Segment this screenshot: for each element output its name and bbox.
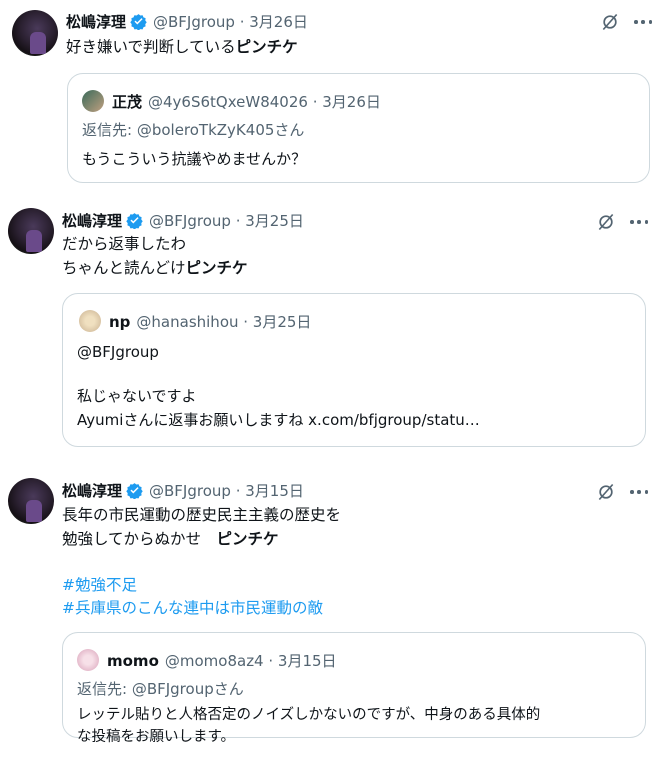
quoted-header: 正茂 @4y6S6tQxeW84026 · 3月26日 [112, 91, 381, 112]
tweet-text-bold: ピンチケ [185, 259, 248, 277]
tweet-text-line: 好き嫌いで判断している [66, 38, 236, 56]
tweet-text-line-1: だから返事したわ [62, 235, 187, 253]
verified-badge-icon [126, 213, 143, 229]
quoted-author-name: momo [107, 651, 159, 670]
tweet-1[interactable]: 松嶋淳理 @BFJgroup · 3月26日 好き嫌いで判断しているピンチケ 正… [0, 0, 655, 190]
quoted-author-avatar [77, 649, 99, 671]
quoted-header: np @hanashihou · 3月25日 [109, 311, 311, 332]
tweet-text-segment: 勉強してからぬかせ [62, 530, 217, 548]
quoted-text-line: な投稿をお願いします。 [77, 729, 236, 745]
tweet-meta[interactable]: @BFJgroup · 3月25日 [149, 210, 304, 231]
author-name[interactable]: 松嶋淳理 [62, 210, 122, 231]
more-icon[interactable] [630, 220, 648, 224]
quoted-tweet[interactable]: 正茂 @4y6S6tQxeW84026 · 3月26日 返信先: @bolero… [67, 73, 650, 183]
author-avatar[interactable] [8, 208, 54, 254]
tweet-2[interactable]: 松嶋淳理 @BFJgroup · 3月25日 だから返事したわ ちゃんと読んどけ… [0, 200, 655, 460]
hashtag-link[interactable]: #勉強不足 [62, 573, 137, 597]
quoted-meta: @hanashihou · 3月25日 [136, 313, 312, 331]
author-name[interactable]: 松嶋淳理 [66, 11, 126, 32]
verified-badge-icon [126, 483, 143, 499]
quoted-text-line: 私じゃないですよ [77, 387, 197, 405]
quoted-tweet[interactable]: momo @momo8az4 · 3月15日 返信先: @BFJgroupさん … [62, 632, 646, 745]
author-name[interactable]: 松嶋淳理 [62, 480, 122, 501]
more-icon[interactable] [634, 20, 652, 24]
quoted-header: momo @momo8az4 · 3月15日 [107, 650, 337, 671]
more-icon[interactable] [630, 490, 648, 494]
verified-badge-icon [130, 14, 147, 30]
quoted-text-line: @BFJgroup [77, 343, 159, 361]
tweet-text-line-1: 長年の市民運動の歴史民主主義の歴史を [62, 506, 342, 524]
quoted-author-name: np [109, 312, 131, 331]
tweet-actions [600, 12, 652, 32]
author-avatar[interactable] [12, 10, 58, 56]
tweet-actions [596, 212, 648, 232]
tweet-text: 好き嫌いで判断しているピンチケ [66, 35, 298, 59]
tweet-text-segment: ちゃんと読んどけ [62, 259, 186, 277]
grok-icon[interactable] [600, 12, 620, 32]
quoted-author-avatar [79, 310, 101, 332]
tweet-meta[interactable]: @BFJgroup · 3月15日 [149, 480, 304, 501]
tweet-3[interactable]: 松嶋淳理 @BFJgroup · 3月15日 長年の市民運動の歴史民主主義の歴史… [0, 470, 655, 770]
quoted-meta: @4y6S6tQxeW84026 · 3月26日 [148, 93, 381, 111]
quoted-reply-to: 返信先: @boleroTkZyK405さん [82, 121, 305, 139]
grok-icon[interactable] [596, 212, 616, 232]
tweet-text-line-2: 勉強してからぬかせ ピンチケ [62, 527, 279, 551]
quoted-author-avatar [82, 90, 104, 112]
tweet-text-line-2: ちゃんと読んどけピンチケ [62, 256, 248, 280]
quoted-text-line: レッテル貼りと人格否定のノイズしかないのですが、中身のある具体的 [77, 707, 541, 723]
tweet-header: 松嶋淳理 @BFJgroup · 3月26日 [66, 11, 308, 32]
grok-icon[interactable] [596, 482, 616, 502]
tweet-header: 松嶋淳理 @BFJgroup · 3月15日 [62, 480, 304, 501]
hashtag-link[interactable]: #兵庫県のこんな連中は市民運動の敵 [62, 596, 323, 620]
tweet-text-bold: ピンチケ [235, 38, 298, 56]
quoted-reply-to: 返信先: @BFJgroupさん [77, 680, 244, 698]
author-avatar[interactable] [8, 478, 54, 524]
tweet-actions [596, 482, 648, 502]
quoted-tweet[interactable]: np @hanashihou · 3月25日 @BFJgroup 私じゃないです… [62, 293, 646, 447]
tweet-header: 松嶋淳理 @BFJgroup · 3月25日 [62, 210, 304, 231]
quoted-text: もうこういう抗議やめませんか？ [82, 150, 307, 168]
quoted-meta: @momo8az4 · 3月15日 [164, 652, 337, 670]
tweet-meta[interactable]: @BFJgroup · 3月26日 [153, 11, 308, 32]
quoted-text-line: Ayumiさんに返事お願いしますね x.com/bfjgroup/statu… [77, 411, 480, 429]
tweet-text-bold: ピンチケ [216, 530, 279, 548]
quoted-author-name: 正茂 [112, 93, 143, 111]
